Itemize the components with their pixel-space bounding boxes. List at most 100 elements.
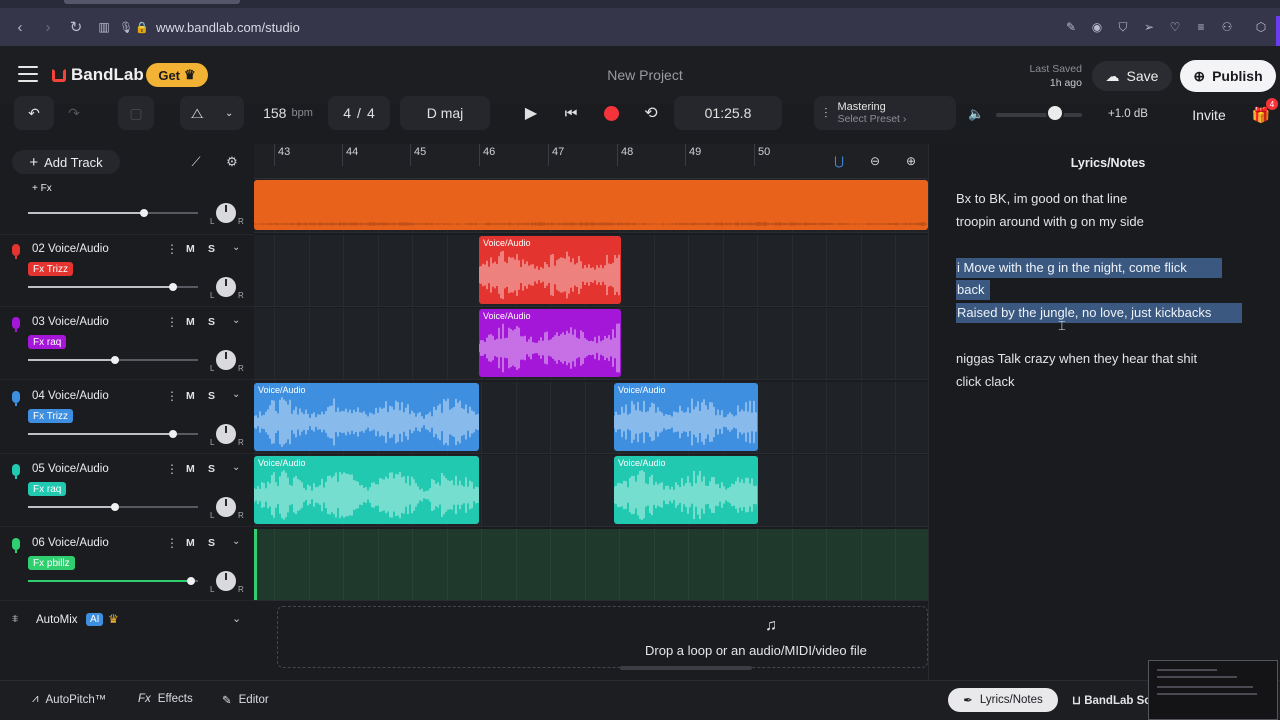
add-fx-label[interactable]: + Fx [32, 183, 52, 194]
track-volume-slider[interactable] [28, 503, 198, 511]
send-icon[interactable]: ➢ [1138, 16, 1160, 38]
snap-magnet-icon[interactable]: ⋃ [830, 152, 848, 170]
effects-button[interactable]: Fx Effects [138, 693, 193, 705]
more-options-icon[interactable]: ⋮ [166, 536, 178, 550]
fx-chip[interactable]: Fx pbillz [28, 556, 75, 570]
back-icon[interactable]: ‹ [6, 13, 34, 41]
time-signature[interactable]: 4 / 4 [328, 96, 390, 130]
playhead[interactable] [254, 529, 257, 600]
lyric-line[interactable]: Bx to BK, im good on that line [956, 189, 1127, 209]
more-options-icon[interactable]: ⋮ [166, 315, 178, 329]
audio-clip[interactable]: Voice/Audio [614, 383, 758, 451]
audio-clip[interactable]: Voice/Audio [254, 456, 479, 524]
heart-icon[interactable]: ♡ [1164, 16, 1186, 38]
mute-button[interactable]: M [186, 316, 195, 328]
chevron-down-icon[interactable]: ⌄ [232, 389, 240, 400]
pan-knob[interactable] [216, 277, 236, 297]
audio-clip[interactable]: Voice/Audio [254, 383, 479, 451]
solo-button[interactable]: S [208, 243, 215, 255]
menu-icon[interactable]: ≡ [1190, 16, 1212, 38]
pan-knob[interactable] [216, 571, 236, 591]
chevron-down-icon[interactable]: ⌄ [232, 612, 241, 625]
tempo-field[interactable]: 158 bpm [250, 96, 326, 130]
lyric-line[interactable]: niggas Talk crazy when they hear that sh… [956, 349, 1197, 369]
extension-icon[interactable]: ⬡ [1250, 16, 1272, 38]
solo-button[interactable]: S [208, 316, 215, 328]
mastering-button[interactable]: ⫶ Mastering Select Preset › [814, 96, 956, 130]
add-track-button[interactable]: + Add Track [12, 150, 120, 174]
track-name[interactable]: 03 Voice/Audio [32, 316, 109, 328]
lyric-line-selected[interactable]: Raised by the jungle, no love, just kick… [956, 303, 1242, 323]
chevron-down-icon[interactable]: ⌄ [232, 315, 240, 326]
active-tab[interactable] [64, 0, 240, 4]
audio-clip[interactable] [254, 180, 928, 230]
track-header[interactable]: 05 Voice/Audio ⋮ M S ⌄ Fx raq L R [0, 455, 254, 527]
play-button[interactable]: ▶ [514, 96, 548, 130]
audio-clip[interactable]: Voice/Audio [479, 236, 621, 304]
track-volume-thumb[interactable] [168, 430, 177, 438]
track-lane[interactable] [254, 179, 928, 233]
track-lane[interactable]: Voice/Audio [254, 308, 928, 380]
edit-icon[interactable]: ✎ [1060, 16, 1082, 38]
drop-zone[interactable] [277, 606, 928, 668]
track-settings-icon[interactable]: ⚙ [222, 152, 242, 172]
redo-button[interactable]: ↷ [56, 96, 92, 130]
speaker-icon[interactable]: 🔈 [968, 106, 984, 122]
mute-button[interactable]: M [186, 243, 195, 255]
track-header[interactable]: 03 Voice/Audio ⋮ M S ⌄ Fx raq L R [0, 308, 254, 380]
lyric-line-selected[interactable]: back [956, 280, 990, 300]
lyric-line[interactable]: click clack [956, 372, 1015, 392]
track-header[interactable]: 02 Voice/Audio ⋮ M S ⌄ Fx Trizz L R [0, 235, 254, 307]
lyric-line-selected[interactable]: i Move with the g in the night, come fli… [956, 258, 1222, 278]
zoom-in-icon[interactable]: ⊕ [902, 152, 920, 170]
lyrics-notes-tab[interactable]: ✒ Lyrics/Notes [948, 688, 1058, 712]
track-volume-slider[interactable] [28, 209, 198, 217]
reload-icon[interactable]: ↻ [62, 13, 90, 41]
chevron-down-icon[interactable]: ⌄ [232, 536, 240, 547]
lock-icon[interactable]: 🔒 [134, 13, 150, 41]
track-volume-thumb[interactable] [187, 577, 196, 585]
pan-knob[interactable] [216, 497, 236, 517]
track-header[interactable]: 04 Voice/Audio ⋮ M S ⌄ Fx Trizz L R [0, 382, 254, 454]
track-volume-thumb[interactable] [110, 503, 119, 511]
track-name[interactable]: 05 Voice/Audio [32, 463, 109, 475]
video-preview-thumbnail[interactable] [1148, 660, 1278, 720]
editor-button[interactable]: ✎ Editor [222, 693, 269, 707]
track-name[interactable]: 04 Voice/Audio [32, 390, 109, 402]
solo-button[interactable]: S [208, 537, 215, 549]
hamburger-menu-icon[interactable] [18, 66, 38, 82]
track-volume-slider[interactable] [28, 430, 198, 438]
track-volume-slider[interactable] [28, 577, 198, 585]
save-button[interactable]: ☁ Save [1092, 61, 1172, 91]
track-lane[interactable]: Voice/Audio Voice/Audio [254, 455, 928, 527]
chevron-down-icon[interactable]: ⌄ [232, 242, 240, 253]
pan-knob[interactable] [216, 203, 236, 223]
key-selector[interactable]: D maj [400, 96, 490, 130]
master-volume-thumb[interactable] [1046, 104, 1064, 122]
metronome-button[interactable]: ⧍ ⌄ [180, 96, 244, 130]
project-title[interactable]: New Project [540, 67, 750, 83]
loop-button[interactable]: ⟲ [634, 96, 668, 130]
more-options-icon[interactable]: ⋮ [166, 462, 178, 476]
pan-knob[interactable] [216, 350, 236, 370]
fx-chip[interactable]: Fx raq [28, 335, 67, 349]
timeline-ruler[interactable]: ⋃ ⊖ ⊕ 43 44 45 46 47 48 49 50 [254, 144, 928, 179]
more-options-icon[interactable]: ⋮ [166, 242, 178, 256]
autopitch-button[interactable]: ⩘ AutoPitch™ [32, 693, 106, 706]
mute-button[interactable]: M [186, 463, 195, 475]
zoom-out-icon[interactable]: ⊖ [866, 152, 884, 170]
invite-button[interactable]: Invite [1182, 100, 1236, 130]
more-options-icon[interactable]: ⋮ [166, 389, 178, 403]
track-lane[interactable] [254, 529, 928, 601]
track-volume-thumb[interactable] [168, 283, 177, 291]
track-lane[interactable]: Voice/Audio [254, 235, 928, 307]
forward-icon[interactable]: › [34, 13, 62, 41]
solo-button[interactable]: S [208, 390, 215, 402]
mic-permission-icon[interactable]: 🎙 [118, 13, 134, 41]
shield-icon[interactable]: ⛉ [1112, 16, 1134, 38]
track-header[interactable]: 06 Voice/Audio ⋮ M S ⌄ Fx pbillz L R [0, 529, 254, 601]
track-lane[interactable]: Voice/Audio Voice/Audio [254, 382, 928, 454]
track-volume-thumb[interactable] [110, 356, 119, 364]
lyric-line[interactable]: troopin around with g on my side [956, 212, 1144, 232]
camera-icon[interactable]: ◉ [1086, 16, 1108, 38]
